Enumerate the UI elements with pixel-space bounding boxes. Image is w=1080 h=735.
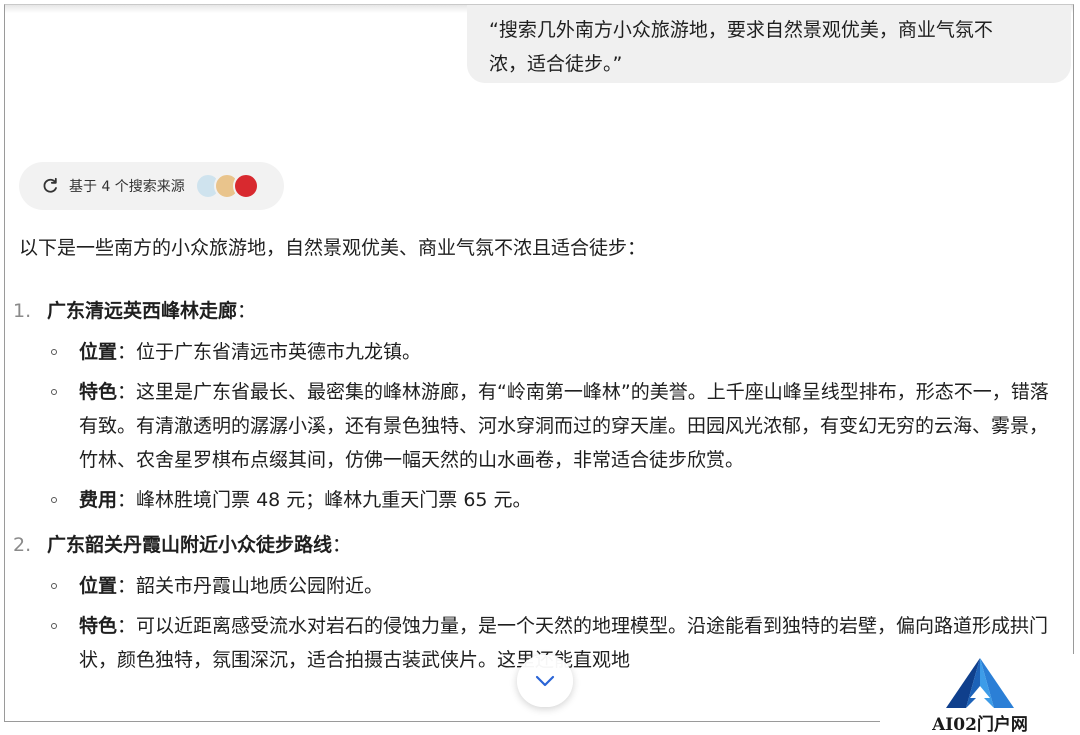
- bullet-icon: [51, 497, 57, 503]
- scroll-down-button[interactable]: [517, 655, 573, 707]
- bullet-icon: [51, 389, 57, 395]
- answer-intro: 以下是一些南方的小众旅游地，自然景观优美、商业气氛不浓且适合徒步：: [19, 237, 647, 259]
- list-item-number: 2.: [13, 534, 32, 556]
- bullet-icon: [51, 583, 57, 589]
- detail-cost: 费用：峰林胜境门票 48 元；峰林九重天门票 65 元。: [5, 483, 1071, 517]
- bullet-icon: [51, 349, 57, 355]
- list-item-number: 1.: [13, 300, 32, 322]
- list-item-1-heading: 1. 广东清远英西峰林走廊：: [5, 293, 1071, 329]
- user-message-line-1: “搜索几外南方小众旅游地，要求自然景观优美，商业气氛不: [489, 19, 993, 41]
- bullet-icon: [51, 623, 57, 629]
- user-message-bubble: “搜索几外南方小众旅游地，要求自然景观优美，商业气氛不 浓，适合徒步。”: [467, 5, 1071, 83]
- search-refresh-icon: [43, 177, 57, 193]
- detail-location: 位置：韶关市丹霞山地质公园附近。: [5, 569, 1071, 603]
- answer-list: 1. 广东清远英西峰林走廊： 位置：位于广东省清远市英德市九龙镇。 特色：这里是…: [5, 293, 1071, 683]
- watermark-text: AI02门户网: [932, 715, 1028, 735]
- search-sources-label: 基于 4 个搜索来源: [69, 179, 185, 195]
- detail-location: 位置：位于广东省清远市英德市九龙镇。: [5, 335, 1071, 369]
- source-favicon-3: [232, 173, 259, 199]
- detail-feature: 特色：这里是广东省最长、最密集的峰林游廊，有“岭南第一峰林”的美誉。上千座山峰呈…: [5, 375, 1071, 477]
- watermark: AI02门户网: [880, 654, 1080, 735]
- list-item-title: 广东清远英西峰林走廊：: [47, 300, 257, 322]
- watermark-logo-icon: [946, 658, 1014, 708]
- user-message-line-2: 浓，适合徒步。”: [489, 53, 623, 75]
- list-item-title: 广东韶关丹霞山附近小众徒步路线：: [47, 534, 352, 556]
- source-favicons: [194, 173, 259, 199]
- chat-window: “搜索几外南方小众旅游地，要求自然景观优美，商业气氛不 浓，适合徒步。” 基于 …: [4, 4, 1074, 722]
- search-sources-button[interactable]: 基于 4 个搜索来源: [19, 162, 284, 210]
- chevron-down-icon: [535, 675, 555, 687]
- list-item-2-heading: 2. 广东韶关丹霞山附近小众徒步路线：: [5, 527, 1071, 563]
